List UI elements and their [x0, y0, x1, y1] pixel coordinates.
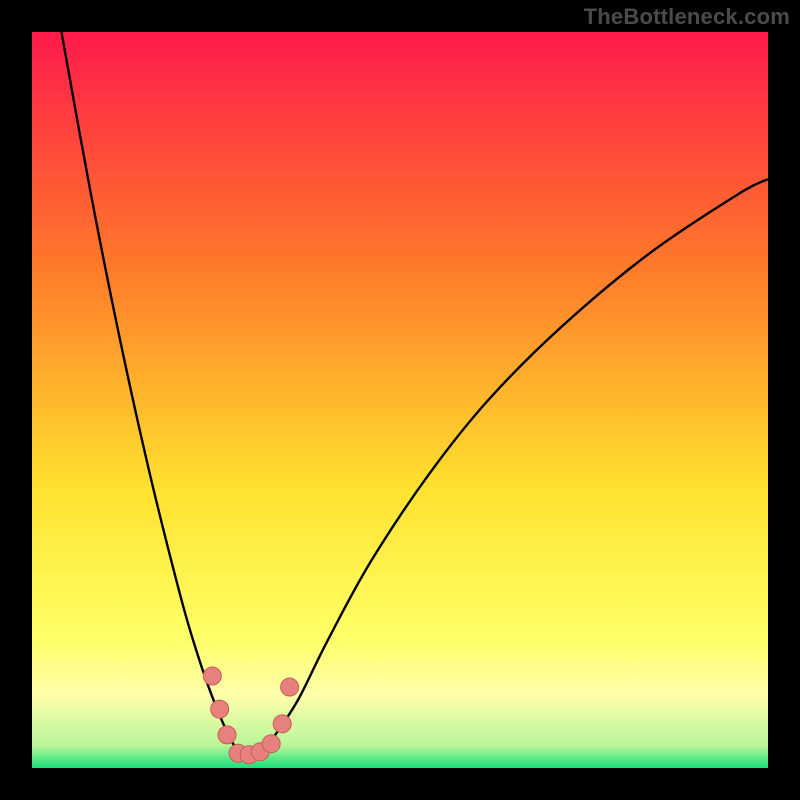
gradient-background	[32, 32, 768, 768]
trough-marker	[262, 735, 280, 753]
trough-marker	[281, 678, 299, 696]
plot-svg	[32, 32, 768, 768]
trough-marker	[211, 700, 229, 718]
plot-area	[32, 32, 768, 768]
trough-marker	[203, 667, 221, 685]
trough-marker	[273, 715, 291, 733]
trough-marker	[218, 726, 236, 744]
watermark-text: TheBottleneck.com	[584, 4, 790, 30]
outer-frame: TheBottleneck.com	[0, 0, 800, 800]
